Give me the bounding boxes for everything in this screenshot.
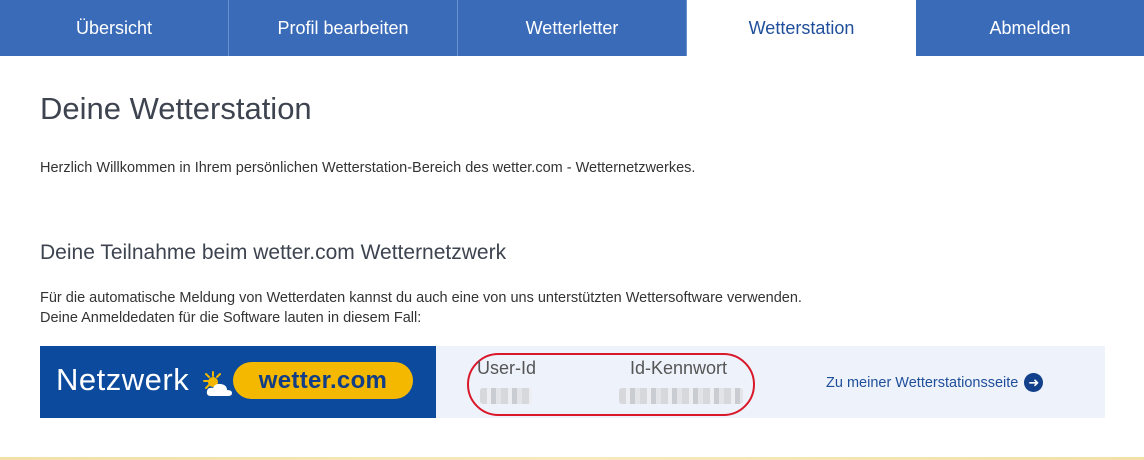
description: Für die automatische Meldung von Wetterd… [40, 288, 802, 328]
netzwerk-logo: Netzwerk wetter.com [40, 346, 436, 418]
intro-text: Herzlich Willkommen in Ihrem persönliche… [40, 160, 696, 176]
section-title: Deine Teilnahme beim wetter.com Wetterne… [40, 241, 507, 264]
network-banner: Netzwerk wetter.com User-Id Id-Kennwort … [40, 346, 1105, 418]
station-link-label: Zu meiner Wetterstationsseite [826, 374, 1019, 391]
tab-uebersicht[interactable]: Übersicht [0, 0, 229, 56]
tab-profil-bearbeiten[interactable]: Profil bearbeiten [229, 0, 458, 56]
user-id-value-redacted [480, 388, 532, 404]
password-value-redacted [619, 388, 743, 404]
description-line-2: Deine Anmeldedaten für die Software laut… [40, 310, 422, 326]
logo-pill-text: wetter.com [258, 366, 388, 394]
tab-abmelden[interactable]: Abmelden [916, 0, 1144, 56]
tab-wetterletter[interactable]: Wetterletter [458, 0, 687, 56]
tab-wetterstation[interactable]: Wetterstation [687, 0, 916, 56]
arrow-right-circle-icon: ➜ [1024, 373, 1044, 392]
logo-word: Netzwerk [56, 362, 190, 397]
main-nav: Übersicht Profil bearbeiten Wetterletter… [0, 0, 1144, 56]
station-page-link[interactable]: Zu meiner Wetterstationsseite ➜ [826, 373, 1044, 392]
user-id-label: User-Id [477, 358, 537, 378]
password-label: Id-Kennwort [630, 358, 728, 378]
logo-pill: wetter.com [233, 362, 413, 399]
sun-cloud-icon [203, 371, 232, 396]
page-title: Deine Wetterstation [40, 91, 312, 126]
description-line-1: Für die automatische Meldung von Wetterd… [40, 290, 802, 306]
